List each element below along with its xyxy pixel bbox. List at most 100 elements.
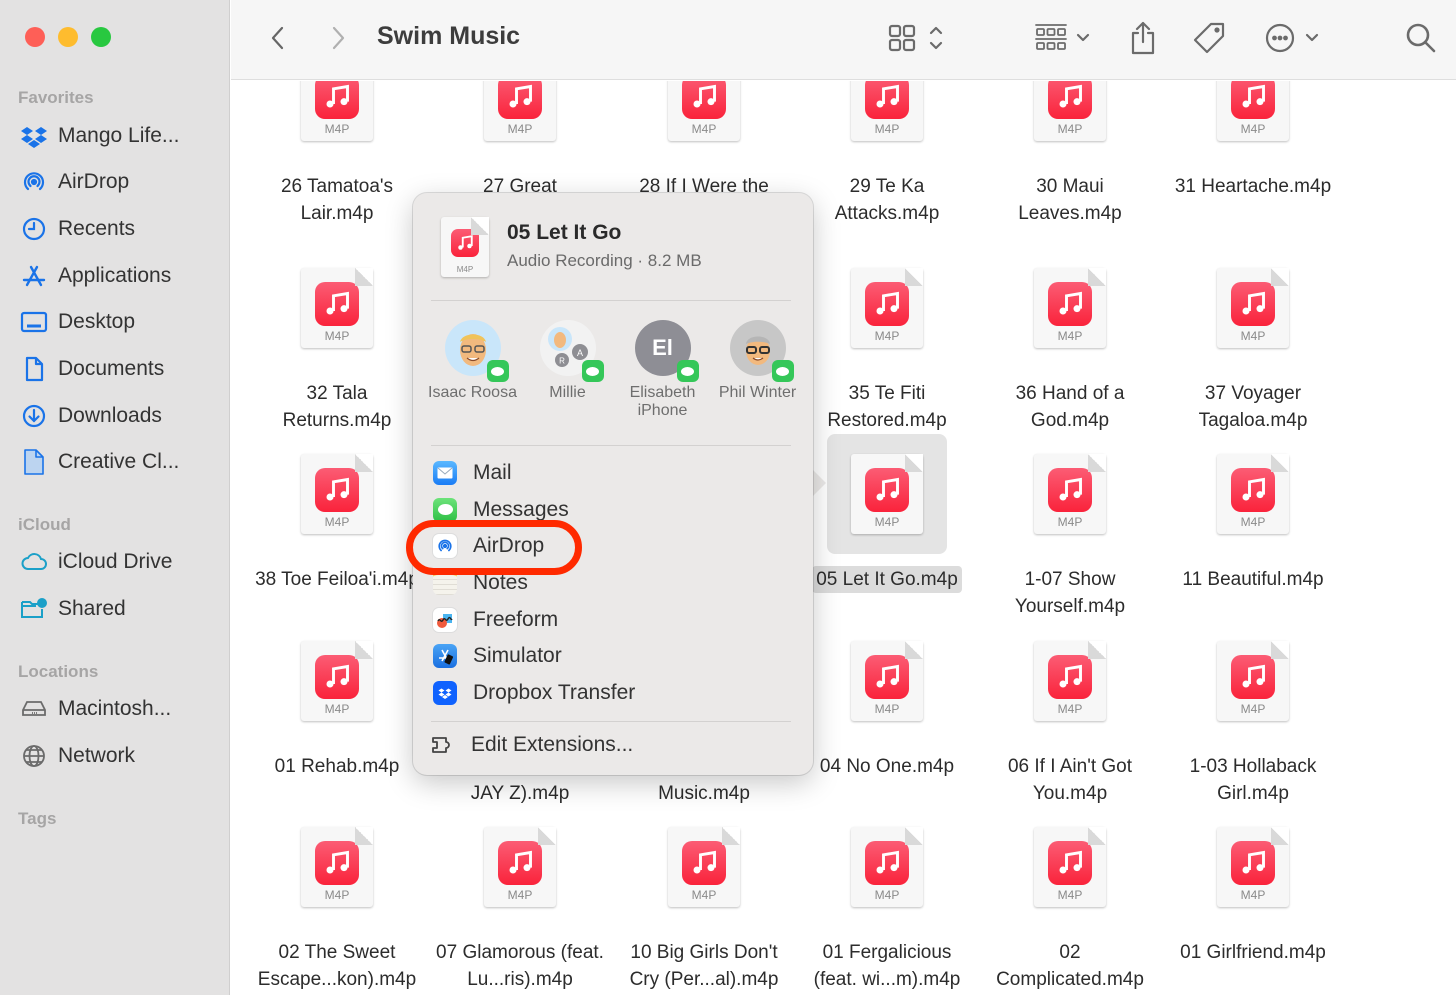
file-item[interactable]: M4P 01 Rehab.m4p [247, 621, 427, 780]
music-note-icon [865, 655, 909, 699]
share-menu-label: Freeform [473, 607, 559, 631]
sidebar-item-mango-life[interactable]: Mango Life... [20, 119, 220, 153]
zoom-button[interactable] [91, 27, 111, 47]
forward-button[interactable] [323, 18, 353, 58]
m4p-file-icon: M4P [1034, 81, 1106, 141]
person-name: Isaac Roosa [428, 384, 517, 401]
sidebar-item-documents[interactable]: Documents [20, 352, 220, 386]
sidebar-item-shared[interactable]: Shared [20, 592, 220, 626]
download-icon [22, 404, 46, 428]
person-isaac-roosa[interactable]: Isaac Roosa [425, 320, 520, 420]
sidebar-item-label: Recents [58, 217, 136, 240]
file-name: 04 No One.m4p [819, 756, 955, 777]
file-ext-label: M4P [1240, 702, 1266, 716]
sidebar-item-downloads[interactable]: Downloads [20, 399, 220, 433]
file-name: 05 Let It Go.m4p [812, 566, 962, 593]
file-item[interactable]: M4P 06 If I Ain't Got You.m4p [980, 621, 1160, 807]
file-icon-wrap: M4P [277, 81, 397, 161]
file-item[interactable]: M4P 30 Maui Leaves.m4p [980, 81, 1160, 227]
file-name: 07 Glamorous (feat. Lu...ris).m4p [436, 942, 604, 990]
file-item[interactable]: M4P 28 If I Were the [614, 81, 794, 200]
back-button[interactable] [263, 18, 293, 58]
divider [431, 300, 791, 301]
file-ext-label: M4P [874, 329, 900, 343]
file-item[interactable]: M4P 05 Let It Go.m4p [797, 434, 977, 593]
file-icon-wrap: M4P [827, 248, 947, 368]
sidebar-item-airdrop[interactable]: AirDrop [20, 165, 220, 199]
share-button[interactable] [1127, 18, 1159, 58]
share-menu-item-mail[interactable]: Mail [431, 455, 791, 492]
person-millie[interactable]: AR Millie [520, 320, 615, 420]
file-item[interactable]: M4P 11 Beautiful.m4p [1163, 434, 1343, 593]
sidebar-item-icloud-drive[interactable]: iCloud Drive [20, 545, 220, 579]
share-menu-item-dropbox-transfer[interactable]: Dropbox Transfer [431, 675, 791, 712]
share-menu-item-messages[interactable]: Messages [431, 492, 791, 529]
file-ext-label: M4P [324, 515, 350, 529]
share-menu-item-airdrop[interactable]: AirDrop [431, 528, 791, 565]
file-item[interactable]: M4P 1-07 Show Yourself.m4p [980, 434, 1160, 620]
file-ext-label: M4P [874, 702, 900, 716]
person-phil-winter[interactable]: Phil Winter [710, 320, 805, 420]
sidebar-item-desktop[interactable]: Desktop [20, 305, 220, 339]
file-item[interactable]: M4P 02 The Sweet Escape...kon).m4p [247, 807, 427, 993]
tag-button[interactable] [1191, 18, 1227, 58]
share-menu-item-notes[interactable]: Notes [431, 565, 791, 602]
more-actions-button[interactable] [1263, 18, 1325, 58]
svg-text:R: R [559, 357, 565, 366]
sidebar-item-label: Network [58, 744, 136, 767]
search-button[interactable] [1403, 18, 1439, 58]
file-item[interactable]: M4P 10 Big Girls Don't Cry (Per...al).m4p [614, 807, 794, 993]
file-name: JAY Z).m4p [470, 783, 570, 804]
m4p-file-icon: M4P [301, 268, 373, 348]
file-item[interactable]: M4P 1-03 Hollaback Girl.m4p [1163, 621, 1343, 807]
file-item[interactable]: M4P 02 Complicated.m4p [980, 807, 1160, 993]
sidebar-item-label: iCloud Drive [58, 550, 173, 573]
m4p-file-icon: M4P [851, 268, 923, 348]
sidebar-item-applications[interactable]: Applications [20, 259, 220, 293]
file-item[interactable]: M4P 35 Te Fiti Restored.m4p [797, 248, 977, 434]
m4p-file-icon: M4P [1217, 827, 1289, 907]
memoji-avatar [444, 320, 509, 382]
file-item[interactable]: M4P 01 Fergalicious (feat. wi...m).m4p [797, 807, 977, 993]
file-item[interactable]: M4P 26 Tamatoa's Lair.m4p [247, 81, 427, 227]
file-item[interactable]: M4P 31 Heartache.m4p [1163, 81, 1343, 200]
music-note-icon [1048, 841, 1092, 885]
file-item[interactable]: M4P 36 Hand of a God.m4p [980, 248, 1160, 434]
file-item[interactable]: M4P 01 Girlfriend.m4p [1163, 807, 1343, 966]
close-button[interactable] [25, 27, 45, 47]
more-icon [1265, 23, 1319, 53]
group-icon [1035, 24, 1090, 50]
file-item[interactable]: M4P 04 No One.m4p [797, 621, 977, 780]
file-item[interactable]: M4P 38 Toe Feiloa'i.m4p [247, 434, 427, 593]
edit-extensions-button[interactable]: Edit Extensions... [431, 733, 633, 757]
dropbox-icon [433, 680, 457, 705]
file-icon-wrap: M4P [1193, 621, 1313, 741]
file-item[interactable]: M4P 37 Voyager Tagaloa.m4p [1163, 248, 1343, 434]
share-menu-item-simulator[interactable]: Simulator [431, 638, 791, 675]
music-note-icon [1048, 282, 1092, 326]
file-item[interactable]: M4P 27 Great [430, 81, 610, 200]
music-note-icon [315, 841, 359, 885]
person-elisabeth-iphone[interactable]: El Elisabeth iPhone [615, 320, 710, 420]
file-item[interactable]: M4P 32 Tala Returns.m4p [247, 248, 427, 434]
sidebar-item-network[interactable]: Network [20, 739, 220, 773]
file-icon-wrap: M4P [827, 434, 947, 554]
group-button[interactable] [1033, 18, 1095, 58]
m4p-file-icon: M4P [301, 454, 373, 534]
m4p-file-icon: M4P [1034, 454, 1106, 534]
sidebar-item-macintosh[interactable]: Macintosh... [20, 692, 220, 726]
file-icon-wrap: M4P [1010, 434, 1130, 554]
document-icon [25, 356, 44, 382]
minimize-button[interactable] [58, 27, 78, 47]
extensions-icon [432, 737, 450, 753]
file-item[interactable]: M4P 29 Te Ka Attacks.m4p [797, 81, 977, 227]
view-mode-button[interactable] [886, 18, 948, 58]
file-ext-label: M4P [1057, 329, 1083, 343]
share-menu-item-freeform[interactable]: Freeform [431, 601, 791, 638]
file-item[interactable]: M4P 07 Glamorous (feat. Lu...ris).m4p [430, 807, 610, 993]
sidebar-item-recents[interactable]: Recents [20, 212, 220, 246]
toolbar: Swim Music [231, 0, 1456, 80]
sidebar-item-creative-cloud[interactable]: Creative Cl... [20, 445, 220, 479]
file-name: 29 Te Ka Attacks.m4p [834, 176, 940, 224]
forward-icon [332, 26, 345, 50]
